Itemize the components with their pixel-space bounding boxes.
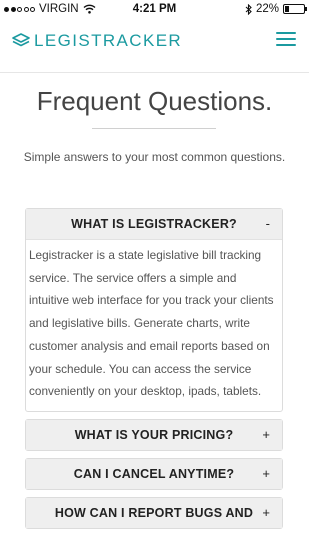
status-right-group: 22% [245,3,307,15]
expand-icon[interactable]: + [262,427,270,442]
faq-header[interactable]: WHAT IS LEGISTRACKER? - [26,209,282,240]
faq-item-pricing: WHAT IS YOUR PRICING? + [25,418,283,451]
logo-text: LEGISTRACKER [34,31,183,50]
battery-icon [283,4,307,14]
faq-header[interactable]: WHAT IS YOUR PRICING? + [26,419,282,450]
faq-header[interactable]: CAN I CANCEL ANYTIME? + [26,458,282,489]
app-header: LEGISTRACKER [0,20,309,73]
faq-accordion: WHAT IS LEGISTRACKER? - Legistracker is … [25,208,283,536]
faq-item-cancel: CAN I CANCEL ANYTIME? + [25,457,283,490]
faq-question: WHAT IS LEGISTRACKER? [71,217,237,231]
faq-header[interactable]: HOW CAN I REPORT BUGS AND + [26,497,282,528]
logo[interactable]: LEGISTRACKER [12,31,182,51]
bluetooth-icon [245,3,252,15]
title-divider [92,128,216,129]
faq-question: HOW CAN I REPORT BUGS AND [54,505,254,520]
hamburger-menu-icon[interactable] [276,32,296,48]
status-bar: VIRGIN 4:21 PM 22% [0,0,309,20]
faq-item-report-bugs: HOW CAN I REPORT BUGS AND + [25,496,283,529]
faq-question: WHAT IS YOUR PRICING? [74,427,234,442]
battery-percent: 22% [255,3,279,15]
page-title: Frequent Questions. [36,86,273,116]
layers-logo-icon [12,33,30,47]
expand-icon[interactable]: + [262,466,270,481]
faq-item-what-is-legistracker: WHAT IS LEGISTRACKER? - Legistracker is … [25,208,283,412]
page-subtitle: Simple answers to your most common quest… [23,150,286,164]
faq-answer: Legistracker is a state legislative bill… [29,248,274,399]
faq-question: CAN I CANCEL ANYTIME? [73,466,235,481]
collapse-icon[interactable]: - [266,216,270,231]
expand-icon[interactable]: + [262,505,270,520]
